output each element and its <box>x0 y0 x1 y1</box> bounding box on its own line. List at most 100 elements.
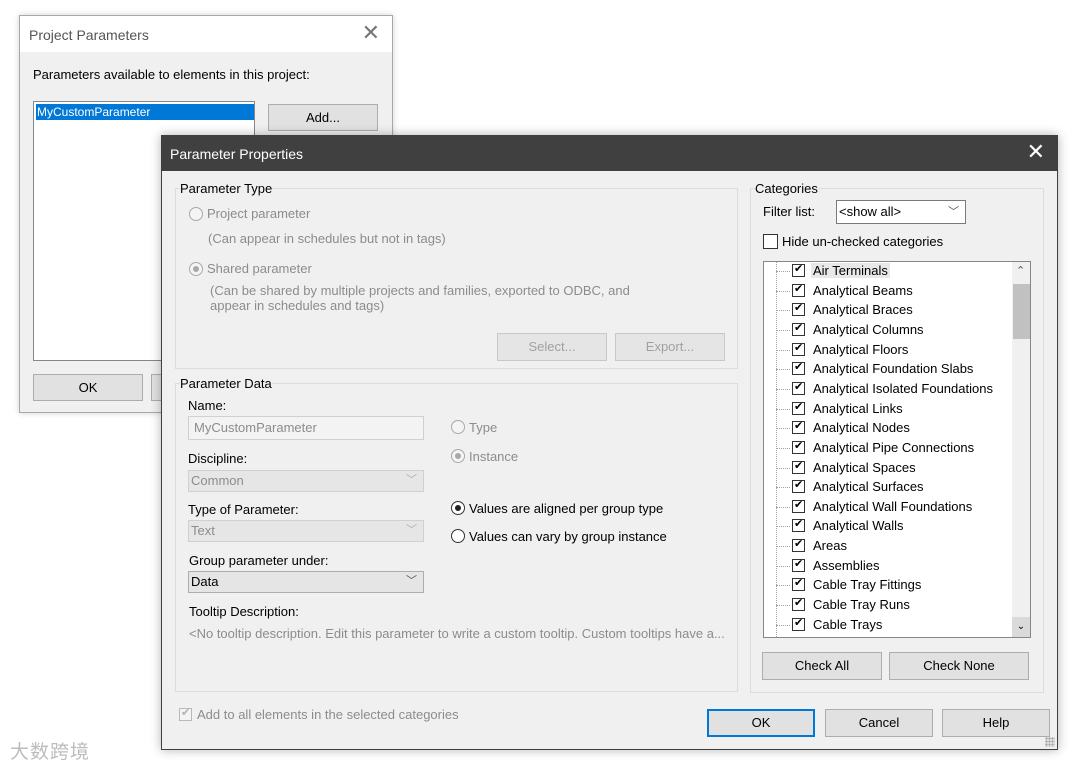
ok-button[interactable]: OK <box>33 374 143 401</box>
category-checkbox[interactable] <box>792 459 805 474</box>
type-label: Type <box>469 420 498 435</box>
chevron-down-icon: ﹀ <box>406 474 417 486</box>
shared-parameter-desc-2: appear in schedules and tags) <box>210 298 385 313</box>
add-to-all-checkbox[interactable] <box>179 706 192 721</box>
category-item[interactable]: Analytical Floors <box>764 341 1009 361</box>
type-radio[interactable] <box>451 420 465 434</box>
category-item[interactable]: Analytical Columns <box>764 321 1009 341</box>
category-checkbox[interactable] <box>792 301 805 317</box>
values-aligned-label: Values are aligned per group type <box>469 501 664 516</box>
close-icon[interactable]: ✕ <box>362 22 380 44</box>
category-item[interactable]: Analytical Links <box>764 400 1009 420</box>
category-item[interactable]: Cable Tray Fittings <box>764 576 1009 596</box>
name-label: Name: <box>188 398 227 413</box>
hide-unchecked-label: Hide un-checked categories <box>782 234 944 249</box>
name-field[interactable]: MyCustomParameter <box>188 416 424 440</box>
category-checkbox[interactable] <box>792 321 805 336</box>
scrollbar[interactable]: ⌃ ⌄ <box>1012 262 1030 637</box>
ok-button[interactable]: OK <box>707 709 815 737</box>
category-item[interactable]: Cable Tray Runs <box>764 596 1009 616</box>
list-item[interactable]: MyCustomParameter <box>36 104 254 120</box>
project-parameters-titlebar: Project Parameters ✕ <box>20 16 392 52</box>
category-checkbox[interactable] <box>792 341 805 356</box>
category-checkbox[interactable] <box>792 282 805 297</box>
add-button[interactable]: Add... <box>268 104 378 131</box>
instance-radio[interactable] <box>451 449 465 463</box>
scroll-down-icon[interactable]: ⌄ <box>1012 617 1030 637</box>
category-item[interactable]: Analytical Spaces <box>764 459 1009 479</box>
category-item[interactable]: Analytical Beams <box>764 282 1009 302</box>
category-checkbox[interactable] <box>792 360 805 376</box>
tooltip-description-text[interactable]: <No tooltip description. Edit this param… <box>189 626 737 641</box>
instance-label: Instance <box>469 449 519 464</box>
category-label: Analytical Pipe Connections <box>813 439 975 455</box>
watermark-logo: 大数跨境 <box>10 742 91 763</box>
category-checkbox[interactable] <box>792 478 805 494</box>
cancel-button[interactable]: Cancel <box>825 709 933 737</box>
tree-connector <box>776 526 790 528</box>
tree-connector <box>776 369 790 371</box>
project-parameter-radio[interactable] <box>189 207 203 221</box>
shared-parameter-label: Shared parameter <box>207 261 312 276</box>
chevron-down-icon: ﹀ <box>948 206 959 218</box>
category-checkbox[interactable] <box>792 419 805 435</box>
group-parameter-select[interactable]: Data ﹀ <box>188 571 424 593</box>
scroll-thumb[interactable] <box>1013 284 1030 339</box>
category-item[interactable]: Analytical Pipe Connections <box>764 439 1009 459</box>
category-checkbox[interactable] <box>792 262 805 277</box>
export-button[interactable]: Export... <box>615 333 725 361</box>
category-item[interactable]: Analytical Nodes <box>764 419 1009 439</box>
category-label: Air Terminals <box>811 263 890 278</box>
project-parameter-desc: (Can appear in schedules but not in tags… <box>208 231 446 246</box>
filter-list-label: Filter list: <box>763 204 815 219</box>
category-checkbox[interactable] <box>792 557 805 572</box>
category-label: Analytical Isolated Foundations <box>813 380 993 396</box>
help-button[interactable]: Help <box>942 709 1050 737</box>
categories-heading: Categories <box>755 181 818 196</box>
tree-connector <box>776 388 790 390</box>
close-icon[interactable]: ✕ <box>1027 141 1045 163</box>
resize-grip[interactable] <box>1045 737 1055 747</box>
categories-tree[interactable]: Air Terminals Analytical Beams Analytical … <box>763 261 1031 638</box>
category-checkbox[interactable] <box>792 517 805 533</box>
category-checkbox[interactable] <box>792 616 805 631</box>
tree-connector <box>776 565 790 567</box>
tooltip-description-label: Tooltip Description: <box>189 604 299 619</box>
category-item[interactable]: Analytical Isolated Foundations <box>764 380 1009 400</box>
category-item[interactable]: Analytical Braces <box>764 301 1009 321</box>
values-vary-radio[interactable] <box>451 529 465 543</box>
category-item[interactable]: Analytical Walls <box>764 517 1009 537</box>
values-aligned-radio[interactable] <box>451 501 465 515</box>
type-of-parameter-select[interactable]: Text ﹀ <box>188 520 424 542</box>
category-item[interactable]: Assemblies <box>764 557 1009 577</box>
discipline-select[interactable]: Common ﹀ <box>188 470 424 492</box>
category-label: Cable Trays <box>813 616 883 632</box>
shared-parameter-radio[interactable] <box>189 262 203 276</box>
category-item[interactable]: Air Terminals <box>764 262 1009 282</box>
category-checkbox[interactable] <box>792 380 805 395</box>
scroll-up-icon[interactable]: ⌃ <box>1016 264 1025 277</box>
category-checkbox[interactable] <box>792 400 805 415</box>
tree-connector <box>776 310 790 312</box>
type-of-parameter-label: Type of Parameter: <box>188 502 299 517</box>
category-checkbox[interactable] <box>792 537 805 553</box>
category-checkbox[interactable] <box>792 596 805 612</box>
check-none-button[interactable]: Check None <box>889 652 1029 680</box>
category-label: Analytical Nodes <box>813 420 910 436</box>
tree-connector <box>776 506 790 508</box>
select-button[interactable]: Select... <box>497 333 607 361</box>
category-item[interactable]: Analytical Wall Foundations <box>764 498 1009 518</box>
category-item[interactable]: Analytical Foundation Slabs <box>764 360 1009 380</box>
category-item[interactable]: Areas <box>764 537 1009 557</box>
category-checkbox[interactable] <box>792 439 805 454</box>
category-item[interactable]: Cable Trays <box>764 616 1009 636</box>
filter-list-select[interactable]: <show all> ﹀ <box>836 200 966 224</box>
category-checkbox[interactable] <box>792 498 805 513</box>
category-item[interactable]: Analytical Surfaces <box>764 478 1009 498</box>
tree-connector <box>776 605 790 607</box>
tree-connector <box>776 447 790 449</box>
check-all-button[interactable]: Check All <box>762 652 882 680</box>
hide-unchecked-checkbox[interactable] <box>763 234 778 249</box>
category-label: Assemblies <box>813 557 880 573</box>
category-checkbox[interactable] <box>792 576 805 592</box>
